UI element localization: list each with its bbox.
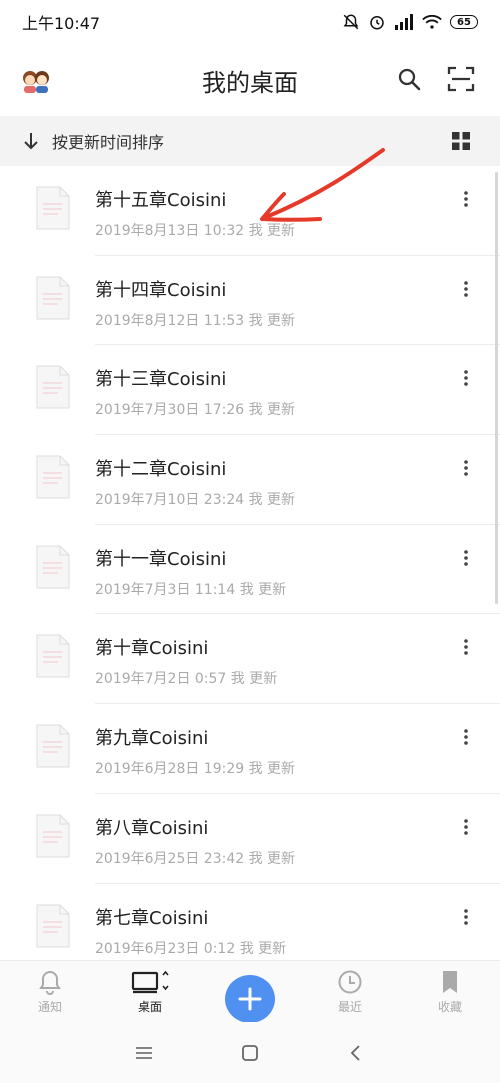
scrollbar[interactable] — [495, 172, 498, 604]
page-title: 我的桌面 — [202, 68, 298, 97]
status-icons: 65 — [342, 13, 478, 31]
back-icon[interactable] — [344, 1041, 368, 1065]
file-name: 第七章Coisini — [95, 907, 209, 929]
document-icon — [36, 634, 70, 678]
file-meta: 2019年8月12日 11:53 我 更新 — [95, 312, 296, 329]
bookmark-icon — [443, 971, 457, 993]
status-bar: 上午10:47 65 — [0, 0, 500, 44]
add-button[interactable] — [225, 975, 275, 1023]
file-meta: 2019年6月28日 19:29 我 更新 — [95, 761, 296, 778]
sort-bar[interactable]: 按更新时间排序 — [0, 116, 500, 166]
system-nav — [0, 1022, 500, 1083]
file-name: 第十一章Coisini — [95, 548, 227, 570]
file-meta: 2019年7月30日 17:26 我 更新 — [95, 402, 296, 419]
document-icon — [36, 276, 70, 320]
home-icon[interactable] — [238, 1041, 262, 1065]
file-meta: 2019年6月25日 23:42 我 更新 — [95, 850, 296, 867]
bell-icon — [39, 970, 61, 995]
nav-favorites[interactable]: 收藏 — [400, 961, 500, 1023]
file-item[interactable]: 第十一章Coisini 2019年7月3日 11:14 我 更新 — [0, 525, 500, 615]
nav-desktop[interactable]: 桌面 — [100, 961, 200, 1023]
more-options-icon[interactable] — [458, 278, 474, 300]
battery-indicator: 65 — [450, 15, 478, 29]
file-name: 第十五章Coisini — [95, 190, 227, 211]
nav-recent-label: 最近 — [337, 1000, 362, 1014]
file-item[interactable]: 第十二章Coisini 2019年7月10日 23:24 我 更新 — [0, 435, 500, 525]
file-item[interactable]: 第十三章Coisini 2019年7月30日 17:26 我 更新 — [0, 345, 500, 436]
more-options-icon[interactable] — [458, 367, 474, 389]
more-options-icon[interactable] — [458, 816, 474, 838]
alarm-icon — [370, 16, 384, 30]
bottom-nav: 通知 桌面 最近 收藏 — [0, 960, 500, 1023]
more-options-icon[interactable] — [458, 457, 474, 479]
file-list: 第十五章Coisini 2019年8月13日 10:32 我 更新 第十四章Co… — [0, 166, 500, 960]
document-icon — [36, 724, 70, 768]
file-item[interactable]: 第九章Coisini 2019年6月28日 19:29 我 更新 — [0, 704, 500, 794]
file-name: 第十章Coisini — [95, 638, 209, 660]
app-header: 我的桌面 — [0, 44, 500, 116]
more-options-icon[interactable] — [458, 636, 474, 658]
more-options-icon[interactable] — [458, 726, 474, 748]
more-options-icon[interactable] — [458, 906, 474, 928]
file-item[interactable]: 第十章Coisini 2019年7月2日 0:57 我 更新 — [0, 614, 500, 705]
nav-notify[interactable]: 通知 — [0, 961, 100, 1023]
more-options-icon[interactable] — [458, 547, 474, 569]
nav-notify-label: 通知 — [37, 1000, 62, 1014]
document-icon — [36, 814, 70, 858]
file-item[interactable]: 第七章Coisini 2019年6月23日 0:12 我 更新 — [0, 884, 500, 961]
document-icon — [36, 186, 70, 230]
more-options-icon[interactable] — [458, 188, 474, 210]
file-meta: 2019年7月3日 11:14 我 更新 — [95, 581, 287, 598]
file-name: 第十三章Coisini — [95, 369, 227, 391]
scan-icon[interactable] — [446, 64, 476, 94]
wifi-icon — [422, 15, 442, 29]
file-name: 第九章Coisini — [95, 728, 209, 750]
notifications-off-icon — [343, 14, 359, 30]
document-icon — [36, 545, 70, 589]
desktop-icon — [131, 970, 169, 994]
status-time: 上午10:47 — [22, 14, 101, 33]
sort-label: 按更新时间排序 — [52, 133, 165, 152]
document-icon — [36, 904, 70, 947]
nav-recent[interactable]: 最近 — [300, 961, 400, 1023]
avatar-icon[interactable] — [20, 65, 52, 97]
file-meta: 2019年6月23日 0:12 我 更新 — [95, 940, 287, 957]
document-icon — [36, 455, 70, 499]
file-item[interactable]: 第八章Coisini 2019年6月25日 23:42 我 更新 — [0, 794, 500, 884]
plus-icon — [238, 987, 262, 1011]
grid-view-icon[interactable] — [452, 132, 470, 150]
search-icon[interactable] — [394, 64, 424, 94]
file-meta: 2019年7月2日 0:57 我 更新 — [95, 671, 278, 688]
nav-favorites-label: 收藏 — [437, 1000, 462, 1014]
menu-icon[interactable] — [132, 1041, 156, 1065]
file-meta: 2019年8月13日 10:32 我 更新 — [95, 223, 296, 239]
arrow-down-icon — [20, 130, 42, 152]
file-item[interactable]: 第十五章Coisini 2019年8月13日 10:32 我 更新 — [0, 166, 500, 256]
file-name: 第十二章Coisini — [95, 459, 227, 481]
nav-add[interactable] — [200, 961, 300, 1023]
nav-desktop-label: 桌面 — [137, 1000, 162, 1014]
file-item[interactable]: 第十四章Coisini 2019年8月12日 11:53 我 更新 — [0, 256, 500, 346]
signal-icon — [395, 14, 413, 30]
file-name: 第十四章Coisini — [95, 279, 227, 301]
document-icon — [36, 365, 70, 409]
clock-icon — [338, 970, 362, 994]
file-meta: 2019年7月10日 23:24 我 更新 — [95, 492, 296, 509]
file-name: 第八章Coisini — [95, 817, 209, 839]
